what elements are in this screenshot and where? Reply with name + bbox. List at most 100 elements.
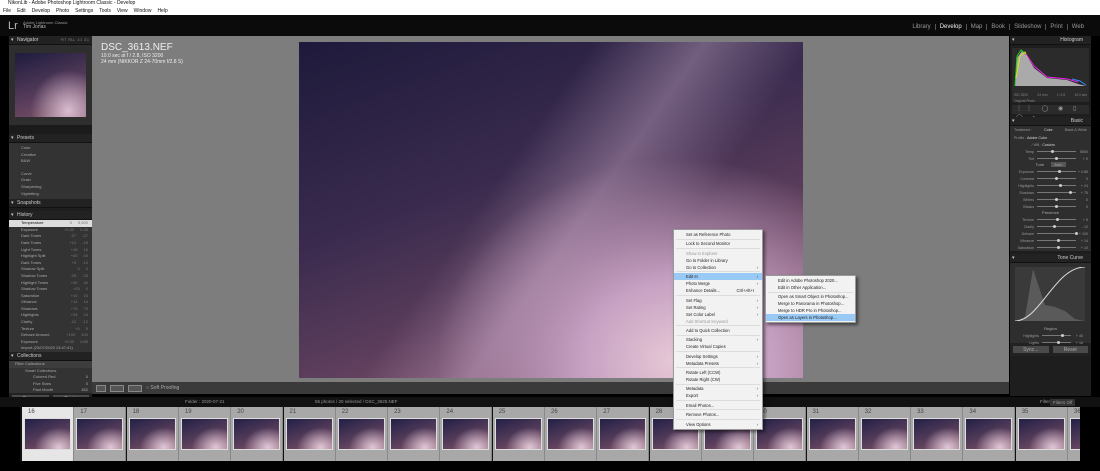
slider-value[interactable]: 0 bbox=[1076, 205, 1088, 209]
ctx-item-set-rating[interactable]: Set Rating › bbox=[674, 304, 762, 311]
menu-view[interactable]: View bbox=[117, 7, 128, 15]
filmstrip-thumbnail[interactable]: 20 bbox=[231, 407, 284, 461]
slider-thumb[interactable] bbox=[1056, 245, 1060, 249]
thumbnail-image[interactable] bbox=[337, 418, 385, 450]
thumbnail-image[interactable] bbox=[128, 418, 176, 450]
thumbnail-image[interactable] bbox=[965, 418, 1013, 450]
menu-edit[interactable]: Edit bbox=[17, 7, 26, 15]
slider-track[interactable] bbox=[1037, 238, 1076, 242]
filmstrip-thumbnail[interactable]: 27 bbox=[597, 407, 650, 461]
thumbnail-image[interactable] bbox=[1070, 418, 1080, 450]
ctx-item-metadata-presets[interactable]: Metadata Presets › bbox=[674, 360, 762, 367]
slider-thumb[interactable] bbox=[1058, 183, 1062, 187]
ctx-item-email-photos[interactable]: Email Photos... bbox=[674, 402, 762, 409]
slider-shadows[interactable]: Shadows + 75 bbox=[1010, 189, 1091, 196]
preset-group[interactable]: B&W bbox=[9, 158, 92, 165]
auto-tone-button[interactable]: Auto bbox=[1051, 162, 1066, 167]
ctx-item-set-flag[interactable]: Set Flag › bbox=[674, 297, 762, 304]
thumbnail-image[interactable] bbox=[233, 418, 281, 450]
slider-highlights[interactable]: Highlights + 24 bbox=[1010, 182, 1091, 189]
slider-track[interactable] bbox=[1037, 204, 1076, 208]
filmstrip-thumbnail[interactable]: 17 bbox=[74, 407, 127, 461]
slider-tint[interactable]: Tint + 0 bbox=[1010, 155, 1091, 162]
history-step[interactable]: Shadows +75 75 bbox=[9, 306, 92, 313]
slider-thumb[interactable] bbox=[1057, 238, 1061, 242]
filmstrip-thumbnail[interactable]: 23 bbox=[388, 407, 441, 461]
ctx-item-rotate-right-cw[interactable]: Rotate Right (CW) bbox=[674, 376, 762, 383]
slider-value[interactable]: 0 bbox=[1076, 198, 1088, 202]
slider-value[interactable]: 0 bbox=[1076, 177, 1088, 181]
slider-saturation[interactable]: Saturation + 10 bbox=[1010, 244, 1091, 251]
wb-dropdown[interactable]: Custom bbox=[1042, 143, 1054, 147]
navigator-zoom-1[interactable]: FILL bbox=[68, 38, 75, 42]
menu-photo[interactable]: Photo bbox=[56, 7, 69, 15]
history-step[interactable]: Shadow Split 0 0 bbox=[9, 266, 92, 273]
ctx-item-go-to-collection[interactable]: Go to Collection › bbox=[674, 264, 762, 271]
navigator-zoom-0[interactable]: FIT bbox=[61, 38, 66, 42]
filmstrip-thumbnail[interactable]: 25 bbox=[492, 407, 545, 461]
before-after-swap-button[interactable] bbox=[128, 384, 142, 392]
thumbnail-image[interactable] bbox=[285, 418, 333, 450]
slider-value[interactable]: + 40 bbox=[1071, 334, 1083, 338]
slider-track[interactable] bbox=[1037, 169, 1076, 173]
slider-value[interactable]: - 12 bbox=[1076, 225, 1088, 229]
treatment-bw[interactable]: Black & White bbox=[1065, 128, 1087, 132]
sub-item-merge-to-panorama-in-photoshop[interactable]: Merge to Panorama in Photoshop... bbox=[766, 300, 855, 307]
slider-exposure[interactable]: Exposure + 0.85 bbox=[1010, 168, 1091, 175]
slider-value[interactable]: + 10 bbox=[1076, 246, 1088, 250]
module-web[interactable]: Web bbox=[1066, 24, 1088, 30]
slider-track[interactable] bbox=[1037, 197, 1076, 201]
slider-track[interactable] bbox=[1037, 231, 1078, 235]
soft-proofing-checkbox[interactable]: ○ Soft Proofing bbox=[146, 382, 179, 394]
history-step[interactable]: Exposure +0.00 0.85 bbox=[9, 339, 92, 346]
history-step[interactable]: Highlight Tones +40 40 bbox=[9, 280, 92, 287]
reset-button[interactable]: Reset bbox=[1051, 345, 1089, 354]
slider-dehaze[interactable]: Dehaze + 100 bbox=[1010, 230, 1091, 237]
filter-collections[interactable]: Filter Collections bbox=[9, 361, 92, 368]
ctx-item-enhance-details[interactable]: Enhance Details... Ctrl+Alt+I bbox=[674, 287, 762, 294]
filmstrip-thumbnail[interactable]: 24 bbox=[440, 407, 493, 461]
profile-dropdown[interactable]: Adobe Color bbox=[1027, 136, 1047, 140]
sync-button[interactable]: Sync... bbox=[1012, 345, 1050, 354]
history-step[interactable]: Temperature 0 5,500 bbox=[9, 220, 92, 227]
filmstrip-thumbnail[interactable]: 16 bbox=[22, 407, 74, 461]
slider-track[interactable] bbox=[1037, 176, 1076, 180]
thumbnail-image[interactable] bbox=[442, 418, 490, 450]
tool-strip[interactable]: ⋮⋮ ◯ ◉ ▯ ◯ ◐ bbox=[1012, 105, 1089, 121]
thumbnail-image[interactable] bbox=[494, 418, 542, 450]
preset-group[interactable]: Curve bbox=[9, 171, 92, 178]
slider-thumb[interactable] bbox=[1051, 149, 1055, 153]
navigator-preview[interactable] bbox=[9, 45, 92, 125]
sub-item-edit-in-adobe-photoshop-2020[interactable]: Edit in Adobe Photoshop 2020... bbox=[766, 277, 855, 284]
ctx-item-photo-merge[interactable]: Photo Merge › bbox=[674, 280, 762, 287]
history-step[interactable]: Exposure +0.35 0.35 bbox=[9, 227, 92, 234]
ctx-item-edit-in[interactable]: Edit In › bbox=[674, 273, 762, 281]
slider-track[interactable] bbox=[1037, 245, 1076, 249]
tone-curve-header[interactable]: Tone Curve bbox=[1010, 254, 1091, 263]
slider-value[interactable]: + 16 bbox=[1071, 341, 1083, 345]
filmstrip-thumbnail[interactable]: 31 bbox=[806, 407, 859, 461]
history-step[interactable]: Highlights +24 24 bbox=[9, 312, 92, 319]
preset-group[interactable]: Creative bbox=[9, 152, 92, 159]
filmstrip-thumbnail[interactable]: 18 bbox=[126, 407, 179, 461]
ctx-item-set-color-label[interactable]: Set Color Label › bbox=[674, 311, 762, 318]
module-print[interactable]: Print bbox=[1045, 24, 1066, 30]
slider-blacks[interactable]: Blacks 0 bbox=[1010, 203, 1091, 210]
slider-track[interactable] bbox=[1037, 217, 1076, 221]
slider-track[interactable] bbox=[1042, 333, 1071, 337]
history-step[interactable]: Clarity -12 -12 bbox=[9, 319, 92, 326]
ctx-item-view-options[interactable]: View Options › bbox=[674, 421, 762, 428]
history-step[interactable]: Vibrance +14 14 bbox=[9, 299, 92, 306]
sub-item-edit-in-other-application[interactable]: Edit in Other Application... bbox=[766, 284, 855, 291]
collection-item[interactable]: Smart Collections bbox=[9, 368, 92, 375]
history-step[interactable]: Saturation +10 10 bbox=[9, 293, 92, 300]
filmstrip-thumbnail[interactable]: 21 bbox=[283, 407, 336, 461]
slider-temp[interactable]: Temp 5500 bbox=[1010, 148, 1091, 155]
thumbnail-image[interactable] bbox=[76, 418, 124, 450]
sub-item-open-as-layers-in-photoshop[interactable]: Open as Layers in Photoshop... bbox=[766, 314, 855, 322]
history-step[interactable]: Dehaze Amount +100 100 bbox=[9, 332, 92, 339]
slider-highlights[interactable]: Highlights + 40 bbox=[1015, 332, 1086, 339]
slider-value[interactable]: + 14 bbox=[1076, 239, 1088, 243]
history-step[interactable]: Dark Tones +12 -15 bbox=[9, 240, 92, 247]
filter-dropdown[interactable]: Filters Off bbox=[1050, 398, 1076, 406]
